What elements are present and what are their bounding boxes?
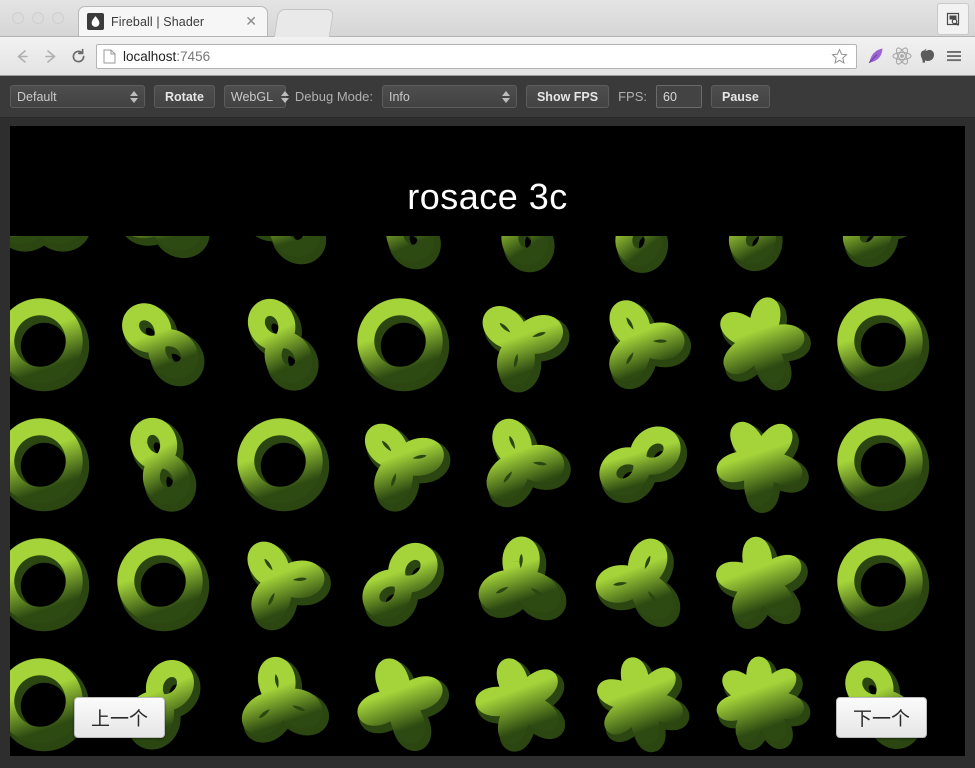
rosette-grid [10, 236, 940, 756]
rosette-cell [340, 281, 460, 401]
rosette-cell [220, 236, 340, 281]
fireball-drop-icon [87, 13, 104, 30]
rosette-cell [580, 521, 700, 641]
rosette-cell [460, 641, 580, 756]
pause-button[interactable]: Pause [711, 85, 770, 108]
rosette-cell [460, 281, 580, 401]
star-icon[interactable] [831, 47, 850, 65]
preset-select[interactable]: Default [10, 85, 145, 108]
rosette-cell [220, 641, 340, 756]
preset-select-value: Default [17, 89, 57, 104]
browser-window: Fireball | Shader ✕ localhost:7456 Defau… [0, 0, 975, 768]
tab-list-icon[interactable] [937, 3, 969, 35]
rosette-cell [580, 281, 700, 401]
prev-button[interactable]: 上一个 [74, 697, 166, 738]
tab-fireball-shader[interactable]: Fireball | Shader ✕ [78, 6, 268, 36]
app-toolbar: Default Rotate WebGL Debug Mode: Info Sh… [0, 76, 975, 118]
rosette-cell [340, 641, 460, 756]
close-icon[interactable]: ✕ [243, 14, 259, 30]
feather-icon[interactable] [863, 43, 889, 69]
show-fps-button[interactable]: Show FPS [525, 85, 610, 108]
rosette-cell [220, 401, 340, 521]
rosette-cell [580, 641, 700, 756]
rosette-cell [460, 521, 580, 641]
window-traffic-lights [12, 12, 64, 24]
rosette-cell [100, 401, 220, 521]
renderer-select-value: WebGL [230, 89, 274, 104]
rosette-grid-wrap [10, 236, 965, 756]
stepper-icon [281, 90, 290, 103]
forward-arrow-icon[interactable] [36, 42, 64, 70]
rosette-cell [820, 521, 940, 641]
debug-mode-label: Debug Mode: [294, 89, 373, 104]
url-port: :7456 [176, 48, 211, 64]
fps-input[interactable]: 60 [656, 85, 702, 108]
rosette-cell [700, 401, 820, 521]
react-devtools-icon[interactable] [889, 43, 915, 69]
rosette-cell [460, 401, 580, 521]
rosette-cell [700, 236, 820, 281]
shader-title: rosace 3c [407, 176, 568, 217]
new-tab-icon[interactable] [273, 9, 335, 37]
rosette-cell [100, 236, 220, 281]
debug-mode-select-value: Info [388, 89, 410, 104]
canvas-stage: rosace 3c 上一个 下一个 [0, 118, 975, 768]
back-arrow-icon[interactable] [8, 42, 36, 70]
next-button[interactable]: 下一个 [835, 697, 927, 738]
debug-mode-select[interactable]: Info [381, 85, 517, 108]
rosette-cell [220, 281, 340, 401]
rosette-cell [820, 281, 940, 401]
rosette-cell [820, 401, 940, 521]
tab-bar: Fireball | Shader ✕ [0, 0, 975, 37]
rosette-cell [340, 401, 460, 521]
stepper-icon [130, 90, 138, 103]
tab-title: Fireball | Shader [111, 14, 205, 29]
chrome-menu-icon[interactable] [941, 43, 967, 69]
rosette-cell [10, 281, 100, 401]
rotate-button[interactable]: Rotate [154, 85, 215, 108]
minimize-light[interactable] [32, 12, 44, 24]
page-document-icon [103, 49, 116, 64]
url-host: localhost [123, 48, 177, 64]
renderer-select[interactable]: WebGL [223, 85, 290, 108]
rosette-cell [10, 521, 100, 641]
rosette-cell [700, 521, 820, 641]
reload-icon[interactable] [64, 42, 92, 70]
rosette-cell [580, 236, 700, 281]
omnibox[interactable]: localhost:7456 [96, 43, 857, 69]
url-bar: localhost:7456 [0, 37, 975, 76]
fps-label: FPS: [618, 89, 647, 104]
rosette-cell [580, 401, 700, 521]
evernote-elephant-icon[interactable] [915, 43, 941, 69]
rosette-cell [340, 236, 460, 281]
rosette-cell [100, 281, 220, 401]
rosette-cell [340, 521, 460, 641]
shader-canvas[interactable]: rosace 3c 上一个 下一个 [10, 126, 965, 756]
rosette-cell [10, 401, 100, 521]
zoom-light[interactable] [52, 12, 64, 24]
rosette-cell [700, 641, 820, 756]
rosette-cell [100, 521, 220, 641]
rosette-cell [220, 521, 340, 641]
rosette-cell [460, 236, 580, 281]
rosette-cell [700, 281, 820, 401]
close-light[interactable] [12, 12, 24, 24]
rosette-cell [10, 236, 100, 281]
rosette-cell [820, 236, 940, 281]
stepper-icon [501, 90, 510, 103]
url-text: localhost:7456 [123, 49, 831, 64]
